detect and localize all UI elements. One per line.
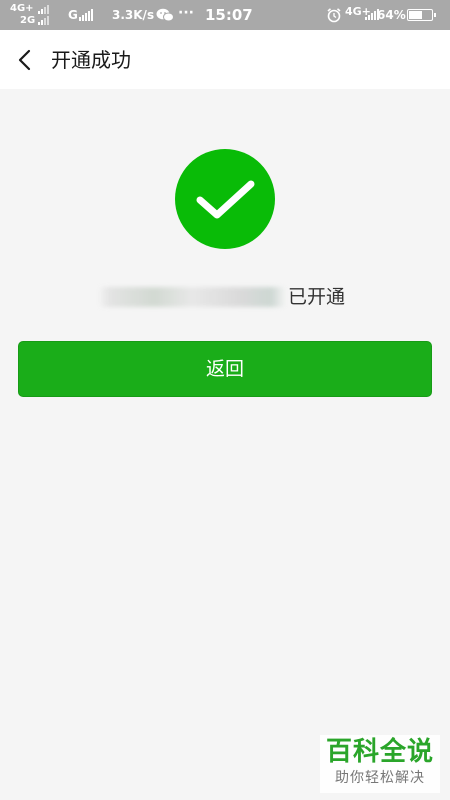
redacted-account-name (98, 287, 286, 307)
page-title: 开通成功 (51, 48, 131, 72)
activation-status-text: 已开通 (288, 286, 346, 308)
more-notifications: ··· (178, 5, 194, 21)
battery-icon (407, 9, 436, 21)
watermark-subtitle: 助你轻松解决 (335, 770, 425, 786)
signal-icon (79, 9, 93, 21)
network-type-label: 2G (20, 15, 36, 26)
battery-level (409, 11, 422, 19)
battery-percent: 64% (377, 8, 406, 22)
signal-icon (38, 5, 49, 14)
alarm-icon (327, 8, 341, 23)
chevron-left-icon[interactable] (12, 45, 40, 75)
navigation-bar: 开通成功 (0, 30, 450, 89)
network-speed: 3.3K/s (112, 8, 155, 22)
signal-icon (38, 16, 49, 25)
wechat-icon (156, 8, 174, 22)
network-type-label: 4G+ (10, 3, 34, 14)
check-circle-icon (175, 149, 275, 249)
dual-sim-signal: 4G+ 2G (8, 3, 64, 27)
watermark-title: 百科全说 (325, 737, 434, 767)
network-type-label: G (68, 8, 78, 22)
status-bar: 4G+ 2G G 3.3K/s ··· 15:07 4G+ 64% (0, 0, 450, 30)
return-button[interactable]: 返回 (18, 341, 432, 397)
activation-status-row: 已开通 (0, 283, 450, 311)
clock: 15:07 (205, 6, 253, 24)
watermark-logo: 百科全说 助你轻松解决 (320, 735, 440, 793)
